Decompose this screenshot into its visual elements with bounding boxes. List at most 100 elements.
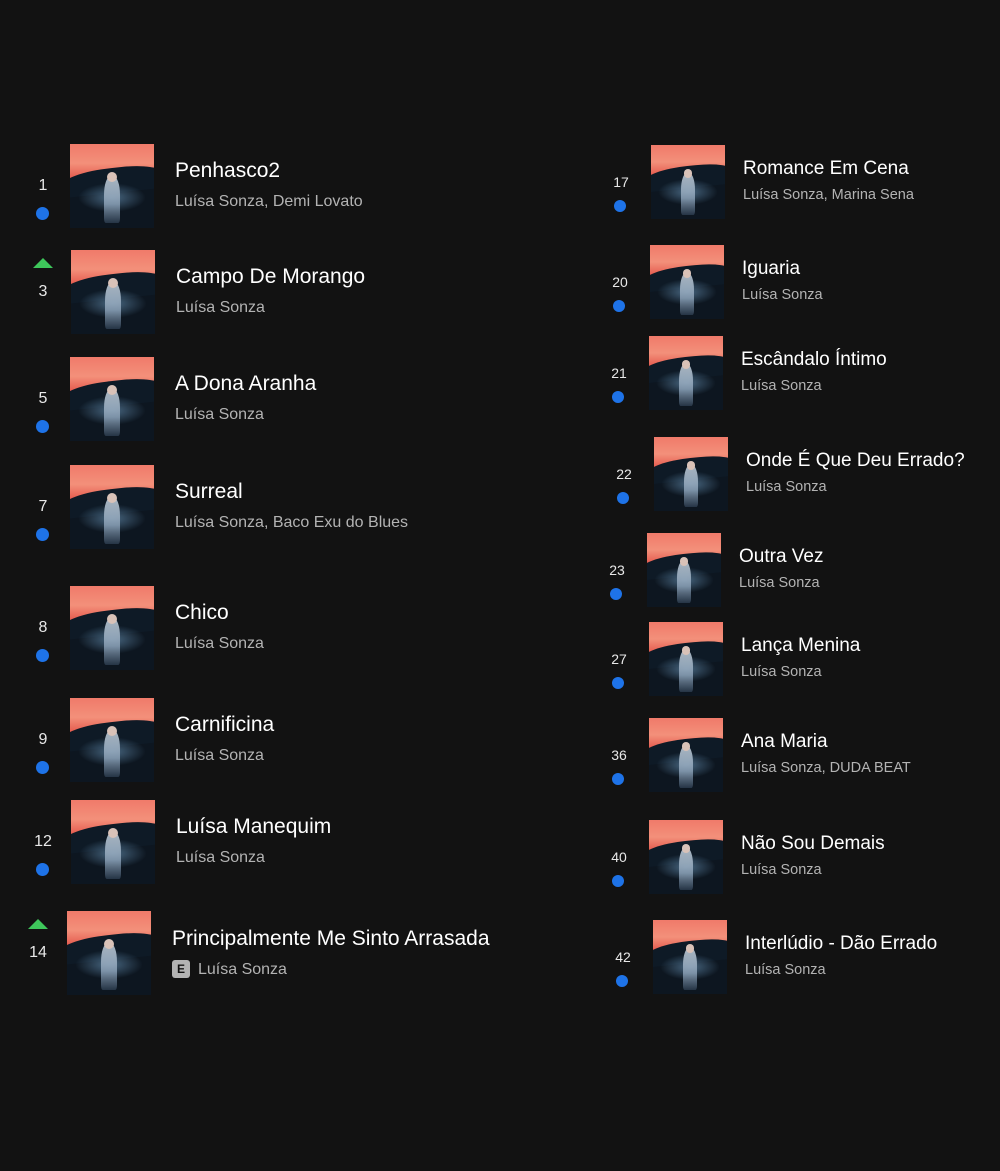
rank-number: 27 — [611, 651, 627, 667]
track-artist[interactable]: Luísa Sonza, DUDA BEAT — [741, 760, 911, 776]
rank-number: 8 — [38, 619, 48, 636]
track-title[interactable]: Outra Vez — [739, 546, 824, 568]
track-artist[interactable]: Luísa Sonza — [742, 287, 823, 303]
album-cover[interactable] — [70, 357, 154, 441]
track-title[interactable]: Lança Menina — [741, 635, 860, 657]
track-title[interactable]: Principalmente Me Sinto Arrasada — [172, 927, 490, 951]
track-row[interactable]: 5 A Dona Aranha Luísa Sonza — [28, 357, 548, 443]
track-row[interactable]: 27 Lança Menina Luísa Sonza — [604, 622, 984, 696]
album-cover[interactable] — [653, 920, 727, 994]
new-entry-dot-icon — [610, 588, 622, 600]
album-cover[interactable] — [650, 245, 724, 319]
track-title[interactable]: Chico — [175, 601, 229, 625]
track-artist[interactable]: Luísa Sonza — [745, 962, 826, 978]
rank-number: 14 — [29, 944, 47, 961]
track-title[interactable]: Carnificina — [175, 713, 274, 737]
album-cover[interactable] — [647, 533, 721, 607]
track-row[interactable]: 42 Interlúdio - Dão Errado Luísa Sonza — [608, 920, 988, 994]
album-cover[interactable] — [67, 911, 151, 995]
track-title[interactable]: Onde É Que Deu Errado? — [746, 450, 965, 472]
track-artist[interactable]: Luísa Sonza — [176, 299, 265, 317]
track-artist[interactable]: Luísa Sonza — [176, 849, 265, 867]
track-artist[interactable]: Luísa Sonza — [741, 664, 822, 680]
new-entry-dot-icon — [612, 773, 624, 785]
track-row[interactable]: 3 Campo De Morango Luísa Sonza — [28, 250, 548, 336]
album-cover[interactable] — [649, 622, 723, 696]
new-entry-dot-icon — [614, 200, 626, 212]
rank-number: 42 — [615, 949, 631, 965]
new-entry-dot-icon — [36, 863, 49, 876]
track-title[interactable]: Surreal — [175, 480, 243, 504]
new-entry-dot-icon — [36, 649, 49, 662]
rank-indicator: 12 — [28, 800, 58, 886]
album-cover[interactable] — [70, 465, 154, 549]
track-row[interactable]: 1 Penhasco2 Luísa Sonza, Demi Lovato — [28, 144, 548, 230]
track-title[interactable]: Romance Em Cena — [743, 158, 909, 180]
album-cover[interactable] — [71, 250, 155, 334]
track-row[interactable]: 9 Carnificina Luísa Sonza — [28, 698, 548, 784]
track-title[interactable]: Não Sou Demais — [741, 833, 885, 855]
rank-indicator: 8 — [28, 586, 58, 672]
track-title[interactable]: A Dona Aranha — [175, 372, 316, 396]
album-cover[interactable] — [71, 800, 155, 884]
rank-indicator: 21 — [604, 336, 634, 422]
track-artist[interactable]: Luísa Sonza — [741, 378, 822, 394]
track-title[interactable]: Escândalo Íntimo — [741, 349, 887, 371]
rank-number: 12 — [34, 833, 52, 850]
track-artist[interactable]: Luísa Sonza, Demi Lovato — [175, 193, 363, 211]
rank-indicator: 22 — [609, 437, 639, 523]
track-row[interactable]: 8 Chico Luísa Sonza — [28, 586, 548, 672]
new-entry-dot-icon — [612, 677, 624, 689]
rank-number: 23 — [609, 562, 625, 578]
album-cover[interactable] — [70, 144, 154, 228]
track-artist[interactable]: Luísa Sonza — [175, 747, 264, 765]
rank-indicator: 17 — [606, 145, 636, 231]
track-title[interactable]: Interlúdio - Dão Errado — [745, 933, 937, 955]
track-artist[interactable]: Luísa Sonza, Marina Sena — [743, 187, 914, 203]
track-row[interactable]: 7 Surreal Luísa Sonza, Baco Exu do Blues — [28, 465, 548, 551]
track-row[interactable]: 20 Iguaria Luísa Sonza — [605, 245, 985, 319]
rank-number: 21 — [611, 365, 627, 381]
album-cover[interactable] — [70, 698, 154, 782]
track-artist[interactable]: Luísa Sonza, Baco Exu do Blues — [175, 514, 408, 532]
track-title[interactable]: Luísa Manequim — [176, 815, 331, 839]
track-artist[interactable]: Luísa Sonza — [175, 406, 264, 424]
track-row[interactable]: 23 Outra Vez Luísa Sonza — [602, 533, 982, 607]
new-entry-dot-icon — [36, 761, 49, 774]
album-cover[interactable] — [649, 820, 723, 894]
track-row[interactable]: 17 Romance Em Cena Luísa Sonza, Marina S… — [606, 145, 986, 219]
track-artist[interactable]: Luísa Sonza — [746, 479, 827, 495]
track-artist[interactable]: Luísa Sonza — [198, 961, 287, 978]
new-entry-dot-icon — [612, 875, 624, 887]
rank-up-arrow-icon — [28, 919, 48, 929]
album-cover[interactable] — [654, 437, 728, 511]
album-cover[interactable] — [70, 586, 154, 670]
track-row[interactable]: 36 Ana Maria Luísa Sonza, DUDA BEAT — [604, 718, 984, 792]
track-artist[interactable]: Luísa Sonza — [741, 862, 822, 878]
track-artist-row: E Luísa Sonza — [172, 960, 287, 979]
track-title[interactable]: Penhasco2 — [175, 159, 280, 183]
album-cover[interactable] — [649, 336, 723, 410]
rank-up-arrow-icon — [33, 258, 53, 268]
track-artist[interactable]: Luísa Sonza — [739, 575, 820, 591]
rank-indicator: 20 — [605, 245, 635, 331]
track-title[interactable]: Iguaria — [742, 258, 800, 280]
track-title[interactable]: Campo De Morango — [176, 265, 365, 289]
rank-number: 36 — [611, 747, 627, 763]
rank-number: 20 — [612, 274, 628, 290]
rank-number: 9 — [38, 731, 48, 748]
track-row[interactable]: 21 Escândalo Íntimo Luísa Sonza — [604, 336, 984, 410]
track-row[interactable]: 14 Principalmente Me Sinto Arrasada E Luí… — [23, 911, 553, 997]
track-row[interactable]: 22 Onde É Que Deu Errado? Luísa Sonza — [609, 437, 989, 511]
track-title[interactable]: Ana Maria — [741, 731, 828, 753]
rank-indicator: 1 — [28, 144, 58, 230]
track-artist[interactable]: Luísa Sonza — [175, 635, 264, 653]
album-cover[interactable] — [651, 145, 725, 219]
track-row[interactable]: 40 Não Sou Demais Luísa Sonza — [604, 820, 984, 894]
rank-indicator: 36 — [604, 718, 634, 804]
new-entry-dot-icon — [36, 207, 49, 220]
explicit-badge-icon: E — [172, 960, 190, 978]
rank-number: 40 — [611, 849, 627, 865]
album-cover[interactable] — [649, 718, 723, 792]
track-row[interactable]: 12 Luísa Manequim Luísa Sonza — [28, 800, 548, 886]
